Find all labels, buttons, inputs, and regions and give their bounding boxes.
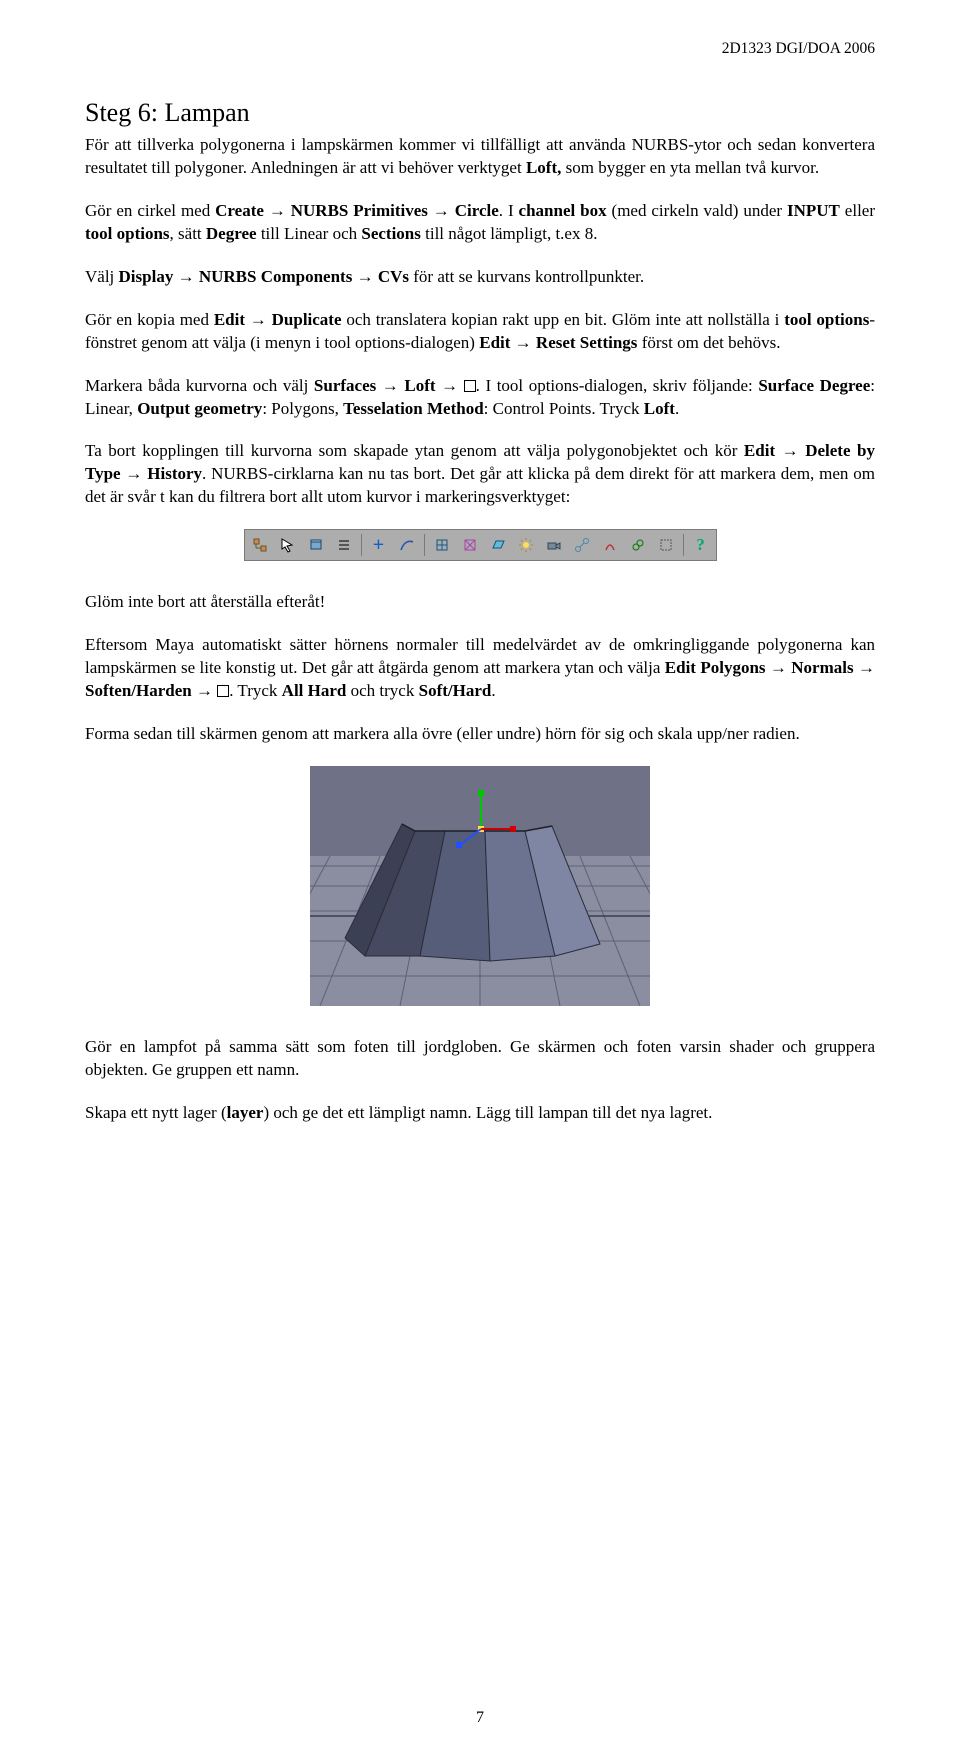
paragraph-normals: Eftersom Maya automatiskt sätter hörnens… [85,634,875,703]
text: först om det behövs. [637,333,780,352]
paragraph-display: Välj Display → NURBS Components → CVs fö… [85,266,875,289]
maya-filter-toolbar: + [244,529,717,561]
keyword-allhard: All Hard [282,681,347,700]
keyword-input: INPUT [787,201,840,220]
filter-arrow-icon[interactable] [275,533,301,557]
filter-deform-icon[interactable] [597,533,623,557]
filter-polygon-icon[interactable] [429,533,455,557]
filter-hierarchy-icon[interactable] [247,533,273,557]
text: . I [499,201,519,220]
menu-path: Edit → Reset Settings [479,333,637,352]
document-page: 2D1323 DGI/DOA 2006 Steg 6: Lampan För a… [0,0,960,1761]
text: som bygger en yta mellan två kurvor. [561,158,819,177]
keyword-tesselation: Tesselation Method [343,399,484,418]
paragraph-lampfoot: Gör en lampfot på samma sätt som foten t… [85,1036,875,1082]
lampshade-viewport [310,766,650,1006]
paragraph-reminder: Glöm inte bort att återställa efteråt! [85,591,875,614]
paragraph-duplicate: Gör en kopia med Edit → Duplicate och tr… [85,309,875,355]
text: och tryck [346,681,418,700]
paragraph-circle: Gör en cirkel med Create → NURBS Primiti… [85,200,875,246]
separator [361,534,362,556]
paragraph-scale: Forma sedan till skärmen genom att marke… [85,723,875,746]
filter-subd-icon[interactable] [457,533,483,557]
toolbar-screenshot: + [85,529,875,561]
menu-path: Surfaces → Loft → [314,376,464,395]
menu-path: Create → NURBS Primitives → Circle [215,201,499,220]
help-icon[interactable]: ? [688,533,714,557]
text: , sätt [170,224,206,243]
header-course-code: 2D1323 DGI/DOA 2006 [85,40,875,58]
text: : Polygons, [262,399,343,418]
filter-camera-icon[interactable] [541,533,567,557]
menu-path: Display → NURBS Components → CVs [119,267,409,286]
filter-select-icon[interactable] [653,533,679,557]
text: . I tool options-dialogen, skriv följand… [476,376,759,395]
menu-path: Edit → Duplicate [214,310,342,329]
section-title: Steg 6: Lampan [85,98,875,128]
page-number: 7 [0,1709,960,1727]
keyword-loft: Loft [644,399,675,418]
keyword-softhard: Soft/Hard [419,681,492,700]
text: och translatera kopian rakt upp en bit. … [342,310,785,329]
keyword-layer: layer [227,1103,264,1122]
filter-object-icon[interactable] [303,533,329,557]
filter-joint-icon[interactable] [569,533,595,557]
keyword-surfacedegree: Surface Degree [758,376,870,395]
filter-plus-icon[interactable]: + [366,533,392,557]
text: till något lämpligt, t.ex 8. [421,224,598,243]
filter-light-icon[interactable] [513,533,539,557]
keyword-channelbox: channel box [519,201,607,220]
keyword-tooloptions: tool options [784,310,869,329]
text: Gör en cirkel med [85,201,215,220]
optionbox-icon [464,380,476,392]
text: . Tryck [229,681,281,700]
lampshade-figure [85,766,875,1006]
keyword-tooloptions: tool options [85,224,170,243]
text: eller [840,201,875,220]
separator [683,534,684,556]
separator [424,534,425,556]
filter-dynamic-icon[interactable] [625,533,651,557]
text: . [491,681,495,700]
keyword-outputgeometry: Output geometry [137,399,262,418]
text: Skapa ett nytt lager ( [85,1103,227,1122]
paragraph-history: Ta bort kopplingen till kurvorna som ska… [85,440,875,509]
text: Ta bort kopplingen till kurvorna som ska… [85,441,744,460]
text: (med cirkeln vald) under [607,201,787,220]
keyword-sections: Sections [361,224,421,243]
paragraph-intro: För att tillverka polygonerna i lampskär… [85,134,875,180]
text: Markera båda kurvorna och välj [85,376,314,395]
filter-lines-icon[interactable] [331,533,357,557]
keyword-degree: Degree [206,224,257,243]
text: Gör en kopia med [85,310,214,329]
paragraph-layer: Skapa ett nytt lager (layer) och ge det … [85,1102,875,1125]
text: ) och ge det ett lämpligt namn. Lägg til… [263,1103,712,1122]
filter-curve-icon[interactable] [394,533,420,557]
text: . NURBS-cirklarna kan nu tas bort. Det g… [85,464,875,506]
optionbox-icon [217,685,229,697]
text: till Linear och [257,224,362,243]
filter-plane-icon[interactable] [485,533,511,557]
text: för att se kurvans kontrollpunkter. [409,267,644,286]
text: . [675,399,679,418]
text: Välj [85,267,119,286]
text: : Control Points. Tryck [484,399,644,418]
paragraph-loft: Markera båda kurvorna och välj Surfaces … [85,375,875,421]
keyword-loft: Loft, [526,158,561,177]
